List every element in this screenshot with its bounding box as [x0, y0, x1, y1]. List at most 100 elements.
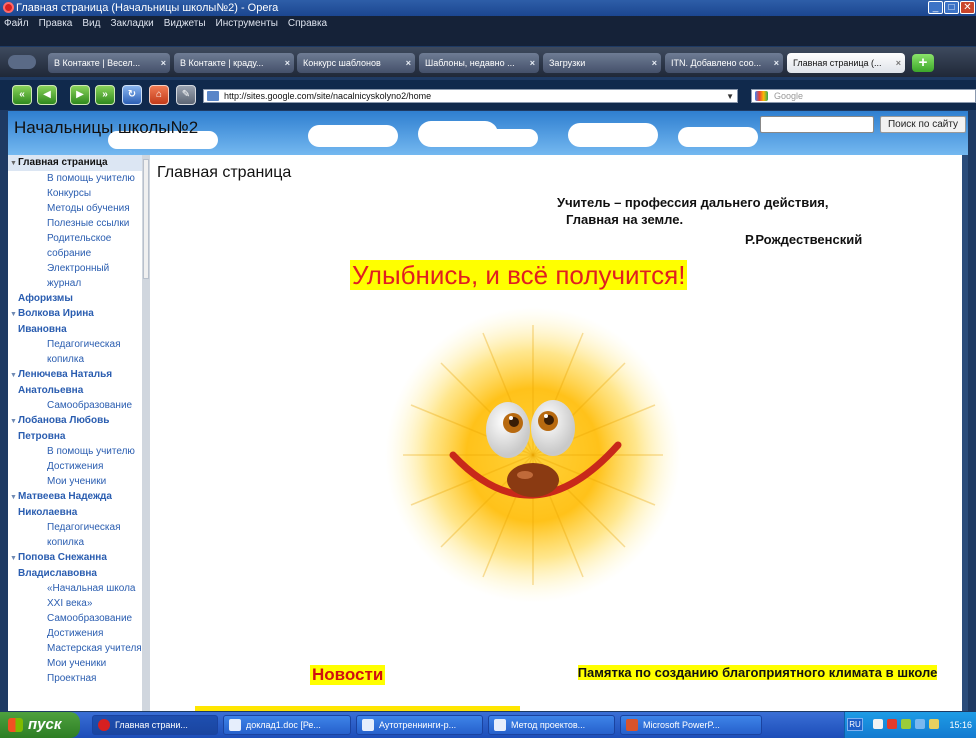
- sidebar-item[interactable]: Электронный журнал: [8, 261, 142, 291]
- sidebar-item[interactable]: Мастерская учителя: [8, 641, 142, 656]
- sidebar-item-label: Волкова Ирина Ивановна: [18, 308, 94, 335]
- expand-triangle-icon[interactable]: ▼: [10, 490, 18, 505]
- system-tray: RU 15:16: [844, 712, 976, 738]
- language-indicator[interactable]: RU: [847, 718, 863, 731]
- address-field[interactable]: http://sites.google.com/site/nacalnicysk…: [203, 89, 738, 103]
- maximize-button[interactable]: □: [944, 1, 959, 14]
- expand-triangle-icon[interactable]: ▼: [10, 368, 18, 383]
- close-tab-icon[interactable]: ×: [774, 53, 779, 73]
- reload-icon[interactable]: ↻: [122, 85, 142, 105]
- browser-tab[interactable]: В Контакте | краду... ×: [174, 53, 294, 73]
- browser-tab[interactable]: ITN. Добавлено соо... ×: [665, 53, 783, 73]
- close-button[interactable]: ✕: [960, 1, 975, 14]
- menu-item[interactable]: Справка: [288, 18, 327, 29]
- fast-forward-icon[interactable]: »: [95, 85, 115, 105]
- menu-item[interactable]: Вид: [82, 18, 100, 29]
- main-content: Главная страница Учитель – профессия дал…: [150, 155, 962, 711]
- browser-tab[interactable]: Загрузки ×: [543, 53, 661, 73]
- sidebar-item-label: Родительское собрание: [47, 233, 112, 259]
- taskbar-button[interactable]: Аутотреннинги-р...: [356, 715, 483, 735]
- sidebar-item[interactable]: ▼Лобанова Любовь Петровна: [8, 413, 142, 444]
- page-scrollbar[interactable]: [962, 155, 968, 711]
- close-tab-icon[interactable]: ×: [161, 53, 166, 73]
- tray-icon[interactable]: [901, 719, 911, 729]
- scrollbar-thumb[interactable]: [143, 159, 149, 279]
- menu-item[interactable]: Инструменты: [216, 18, 278, 29]
- antivirus-icon[interactable]: [887, 719, 897, 729]
- sidebar-scrollbar[interactable]: [142, 155, 150, 711]
- home-icon[interactable]: ⌂: [149, 85, 169, 105]
- browser-tab[interactable]: Конкурс шаблонов ×: [297, 53, 415, 73]
- sidebar-item-label: В помощь учителю: [47, 173, 135, 184]
- back-icon[interactable]: ◀: [37, 85, 57, 105]
- sidebar-item[interactable]: В помощь учителю: [8, 444, 142, 459]
- sidebar-item-label: «Начальная школа XXI века»: [47, 583, 136, 609]
- powerpoint-icon: [626, 719, 638, 731]
- memo-heading[interactable]: Памятка по созданию благоприятного клима…: [565, 665, 950, 681]
- expand-triangle-icon[interactable]: ▼: [10, 156, 18, 171]
- minimize-button[interactable]: _: [928, 1, 943, 14]
- site-search-input[interactable]: [760, 116, 874, 133]
- browser-tab[interactable]: Главная страница (... ×: [787, 53, 905, 73]
- sidebar-item[interactable]: В помощь учителю: [8, 171, 142, 186]
- sidebar-item[interactable]: ▼Матвеева Надежда Николаевна: [8, 489, 142, 520]
- sidebar-item[interactable]: Достижения: [8, 459, 142, 474]
- volume-icon[interactable]: [929, 719, 939, 729]
- sidebar-item[interactable]: Проектная: [8, 671, 142, 686]
- taskbar-button[interactable]: доклад1.doc [Ре...: [223, 715, 351, 735]
- sidebar-item[interactable]: Самообразование: [8, 398, 142, 413]
- expand-triangle-icon[interactable]: ▼: [10, 307, 18, 322]
- sidebar-item[interactable]: ▼Попова Снежанна Владиславовна: [8, 550, 142, 581]
- site-title[interactable]: Начальницы школы№2: [14, 118, 198, 138]
- new-tab-button[interactable]: +: [912, 54, 934, 72]
- search-engine-field[interactable]: Google: [751, 89, 976, 103]
- browser-tab[interactable]: В Контакте | Весел... ×: [48, 53, 170, 73]
- expand-triangle-icon[interactable]: ▼: [10, 551, 18, 566]
- chevron-down-icon[interactable]: ▼: [726, 90, 734, 103]
- menu-item[interactable]: Правка: [39, 18, 73, 29]
- sidebar-item[interactable]: ▼Ленючева Наталья Анатольевна: [8, 367, 142, 398]
- close-tab-icon[interactable]: ×: [896, 53, 901, 73]
- wand-icon[interactable]: ✎: [176, 85, 196, 105]
- sidebar-item[interactable]: «Начальная школа XXI века»: [8, 581, 142, 611]
- sidebar-item[interactable]: Достижения: [8, 626, 142, 641]
- close-tab-icon[interactable]: ×: [285, 53, 290, 73]
- taskbar-button[interactable]: Microsoft PowerP...: [620, 715, 762, 735]
- sidebar-item[interactable]: Педагогическая копилка: [8, 520, 142, 550]
- network-icon[interactable]: [873, 719, 883, 729]
- sidebar-item-label: Мои ученики: [47, 476, 107, 487]
- sidebar-item[interactable]: Методы обучения: [8, 201, 142, 216]
- expand-triangle-icon[interactable]: ▼: [10, 414, 18, 429]
- close-tab-icon[interactable]: ×: [530, 53, 535, 73]
- taskbar-button[interactable]: Метод проектов...: [488, 715, 615, 735]
- sidebar-item[interactable]: Родительское собрание: [8, 231, 142, 261]
- sidebar-item[interactable]: Самообразование: [8, 611, 142, 626]
- sidebar-item[interactable]: Педагогическая копилка: [8, 337, 142, 367]
- sidebar-item[interactable]: Мои ученики: [8, 474, 142, 489]
- signal-icon[interactable]: [915, 719, 925, 729]
- sidebar-item[interactable]: Афоризмы: [8, 291, 142, 306]
- site-search-button[interactable]: Поиск по сайту: [880, 116, 966, 133]
- start-button[interactable]: пуск: [0, 712, 80, 738]
- sidebar-item[interactable]: ▼Главная страница: [8, 155, 142, 171]
- taskbar-button-label: Microsoft PowerP...: [643, 720, 720, 730]
- sidebar-item[interactable]: Полезные ссылки: [8, 216, 142, 231]
- rewind-icon[interactable]: «: [12, 85, 32, 105]
- close-tab-icon[interactable]: ×: [406, 53, 411, 73]
- close-tab-icon[interactable]: ×: [652, 53, 657, 73]
- sidebar-item[interactable]: Мои ученики: [8, 656, 142, 671]
- tab-label: Шаблоны, недавно ...: [425, 58, 515, 68]
- menu-item[interactable]: Закладки: [110, 18, 153, 29]
- tab-menu-icon[interactable]: [8, 55, 36, 69]
- news-heading[interactable]: Новости: [310, 665, 386, 685]
- taskbar-button[interactable]: Главная страни...: [92, 715, 218, 735]
- sidebar-item[interactable]: Конкурсы: [8, 186, 142, 201]
- taskbar-button-label: доклад1.doc [Ре...: [246, 720, 321, 730]
- sidebar-item-label: Конкурсы: [47, 188, 92, 199]
- menu-item[interactable]: Виджеты: [164, 18, 206, 29]
- browser-tab[interactable]: Шаблоны, недавно ... ×: [419, 53, 539, 73]
- tab-label: Главная страница (...: [793, 58, 882, 68]
- forward-icon[interactable]: ▶: [70, 85, 90, 105]
- sidebar-item[interactable]: ▼Волкова Ирина Ивановна: [8, 306, 142, 337]
- menu-item[interactable]: Файл: [4, 18, 29, 29]
